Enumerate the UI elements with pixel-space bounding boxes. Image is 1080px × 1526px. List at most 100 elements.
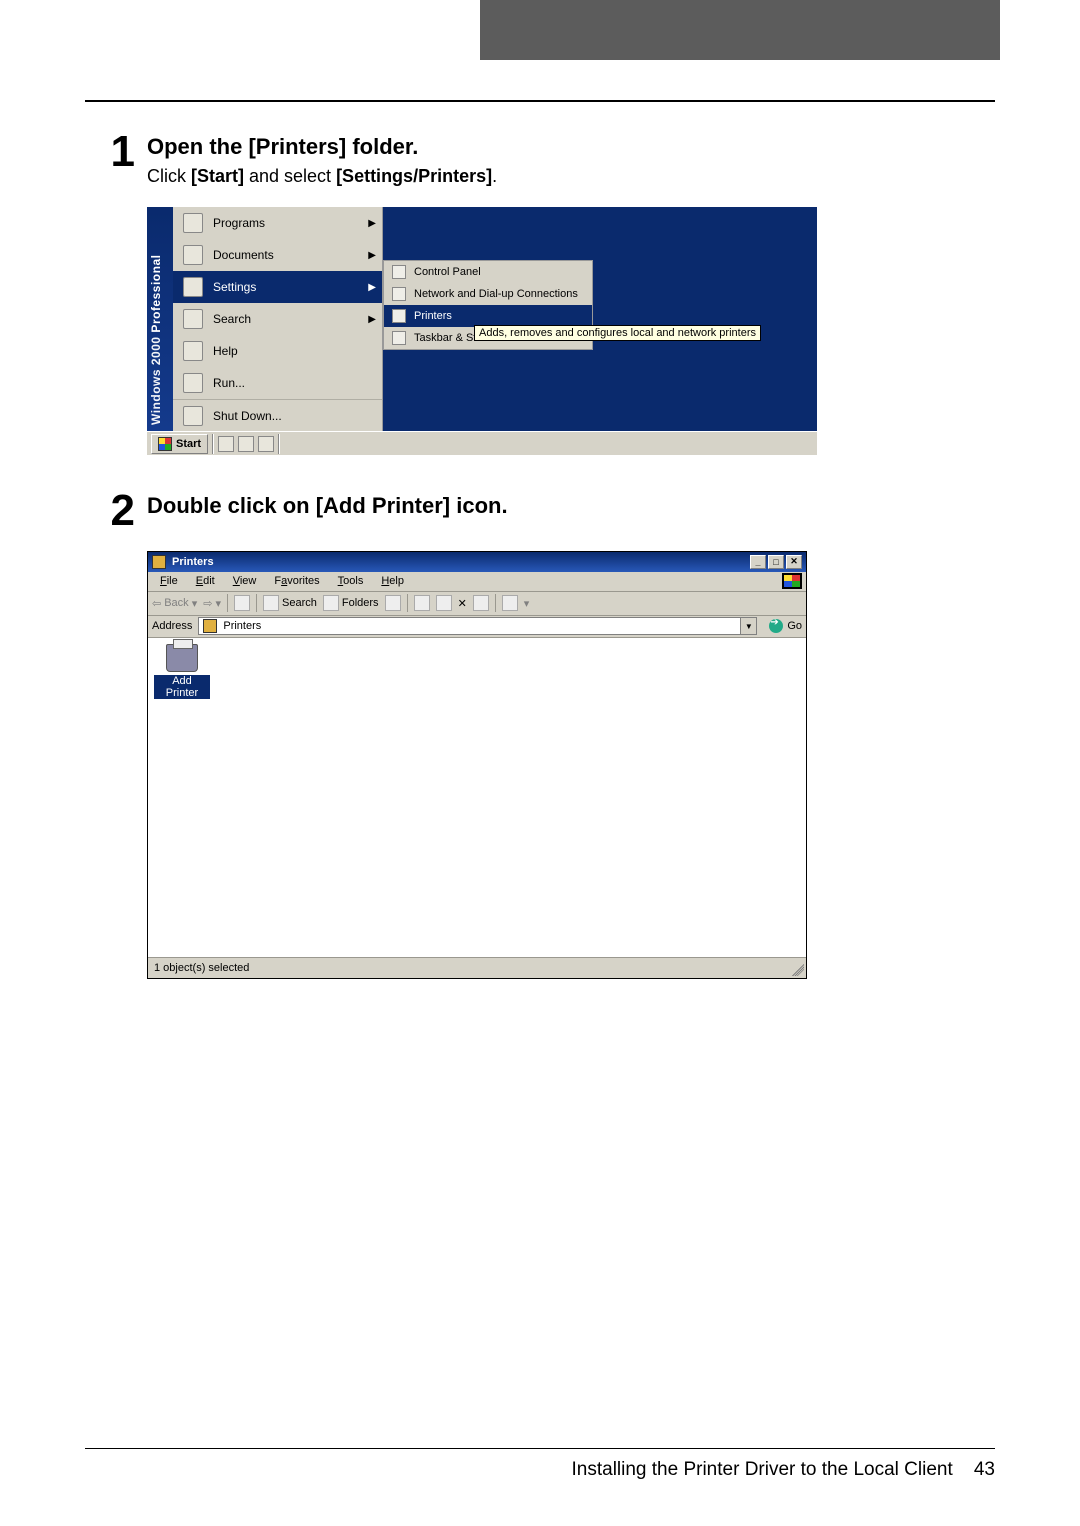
menu-item-programs[interactable]: Programs ▶ (173, 207, 382, 239)
menu-file[interactable]: File (152, 573, 186, 589)
search-button[interactable]: Search (263, 595, 317, 611)
add-printer-icon (166, 644, 198, 672)
submenu-network[interactable]: Network and Dial-up Connections (384, 283, 592, 305)
forward-button[interactable]: ⇨ ▾ (203, 597, 221, 610)
text: Click (147, 166, 191, 186)
quicklaunch-icon-1[interactable] (218, 436, 234, 452)
menu-label: Programs (213, 216, 265, 230)
sidebar-text-top: Professional (149, 255, 163, 333)
menu-tools[interactable]: Tools (330, 573, 372, 589)
search-label: Search (282, 597, 317, 609)
status-text: 1 object(s) selected (154, 962, 249, 974)
step-2-title: Double click on [Add Printer] icon. (147, 493, 995, 519)
move-to-icon[interactable] (414, 595, 430, 611)
minimize-button[interactable]: _ (750, 555, 766, 569)
start-label: Start (176, 438, 201, 450)
taskbar-divider (212, 434, 214, 454)
tooltip: Adds, removes and configures local and n… (474, 325, 761, 341)
back-label: Back (164, 597, 188, 609)
menu-item-search[interactable]: Search ▶ (173, 303, 382, 335)
folders-label: Folders (342, 597, 379, 609)
menu-item-documents[interactable]: Documents ▶ (173, 239, 382, 271)
arrow-icon: ▶ (368, 314, 376, 325)
toolbar-divider (227, 594, 228, 612)
header-tab (480, 0, 1000, 60)
text: and select (244, 166, 336, 186)
up-icon[interactable] (234, 595, 250, 611)
start-menu-items: Programs ▶ Documents ▶ Settings ▶ (173, 207, 383, 431)
menu-item-run[interactable]: Run... (173, 367, 382, 399)
menu-view[interactable]: View (225, 573, 265, 589)
menu-help[interactable]: Help (373, 573, 412, 589)
step-2-number: 2 (85, 491, 135, 531)
start-menu-screenshot: Windows 2000 Professional Programs ▶ Doc… (147, 207, 995, 455)
resize-grip-icon[interactable] (792, 964, 804, 976)
start-button[interactable]: Start (151, 434, 208, 454)
menu-item-shutdown[interactable]: Shut Down... (173, 399, 382, 431)
quicklaunch-icon-3[interactable] (258, 436, 274, 452)
status-bar: 1 object(s) selected (148, 958, 806, 978)
submenu-printers[interactable]: Printers (384, 305, 592, 327)
run-icon (183, 373, 203, 393)
toolbar: ⇦ Back ▾ ⇨ ▾ Search Folders ✕ ▾ (148, 592, 806, 616)
footer-text: Installing the Printer Driver to the Loc… (572, 1459, 953, 1480)
menu-edit[interactable]: Edit (188, 573, 223, 589)
programs-icon (183, 213, 203, 233)
quicklaunch-icon-2[interactable] (238, 436, 254, 452)
copy-to-icon[interactable] (436, 595, 452, 611)
menu-label: Documents (213, 248, 274, 262)
start-menu-sidebar: Windows 2000 Professional (147, 207, 173, 431)
text-bold: [Settings/Printers] (336, 166, 492, 186)
views-icon[interactable] (502, 595, 518, 611)
printers-window-screenshot: Printers _ □ ✕ File Edit View Favorites … (147, 551, 995, 979)
add-printer-item[interactable]: Add Printer (154, 644, 210, 699)
window-title: Printers (172, 556, 748, 568)
documents-icon (183, 245, 203, 265)
step-2: 2 Double click on [Add Printer] icon. (85, 491, 995, 531)
address-input[interactable]: Printers ▼ (198, 617, 757, 635)
search-icon (263, 595, 279, 611)
menu-item-settings[interactable]: Settings ▶ (173, 271, 382, 303)
shutdown-icon (183, 406, 203, 426)
taskbar-icon (392, 331, 406, 345)
sidebar-text-bottom: Windows 2000 (149, 336, 163, 425)
text: . (492, 166, 497, 186)
menu-item-help[interactable]: Help (173, 335, 382, 367)
step-1-body: Open the [Printers] folder. Click [Start… (147, 132, 995, 187)
submenu-label: Control Panel (414, 266, 481, 278)
start-menu: Windows 2000 Professional Programs ▶ Doc… (147, 207, 817, 455)
menu-label: Help (213, 344, 238, 358)
close-button[interactable]: ✕ (786, 555, 802, 569)
address-dropdown-icon[interactable]: ▼ (740, 618, 756, 634)
folder-body: Add Printer (148, 638, 806, 958)
go-label: Go (787, 620, 802, 632)
help-icon (183, 341, 203, 361)
windows-logo-icon (782, 573, 802, 589)
folders-button[interactable]: Folders (323, 595, 379, 611)
maximize-button[interactable]: □ (768, 555, 784, 569)
go-button[interactable]: Go (769, 619, 802, 633)
printers-window: Printers _ □ ✕ File Edit View Favorites … (147, 551, 807, 979)
arrow-icon: ▶ (368, 282, 376, 293)
menu-favorites[interactable]: Favorites (266, 573, 327, 589)
address-label: Address (152, 620, 192, 632)
toolbar-divider (256, 594, 257, 612)
undo-icon[interactable] (473, 595, 489, 611)
content-frame: 1 Open the [Printers] folder. Click [Sta… (85, 100, 995, 1015)
step-1-desc: Click [Start] and select [Settings/Print… (147, 166, 995, 187)
step-1: 1 Open the [Printers] folder. Click [Sta… (85, 132, 995, 187)
control-panel-icon (392, 265, 406, 279)
submenu-control-panel[interactable]: Control Panel (384, 261, 592, 283)
arrow-icon: ▶ (368, 218, 376, 229)
history-icon[interactable] (385, 595, 401, 611)
menu-label: Run... (213, 376, 245, 390)
back-button[interactable]: ⇦ Back ▾ (152, 597, 197, 610)
toolbar-divider (495, 594, 496, 612)
delete-icon[interactable]: ✕ (458, 597, 467, 610)
windows-flag-icon (158, 437, 172, 451)
search-icon (183, 309, 203, 329)
menu-label: Search (213, 312, 251, 326)
menu-bar: File Edit View Favorites Tools Help (148, 572, 806, 592)
printers-folder-icon (152, 555, 166, 569)
submenu-label: Network and Dial-up Connections (414, 288, 578, 300)
